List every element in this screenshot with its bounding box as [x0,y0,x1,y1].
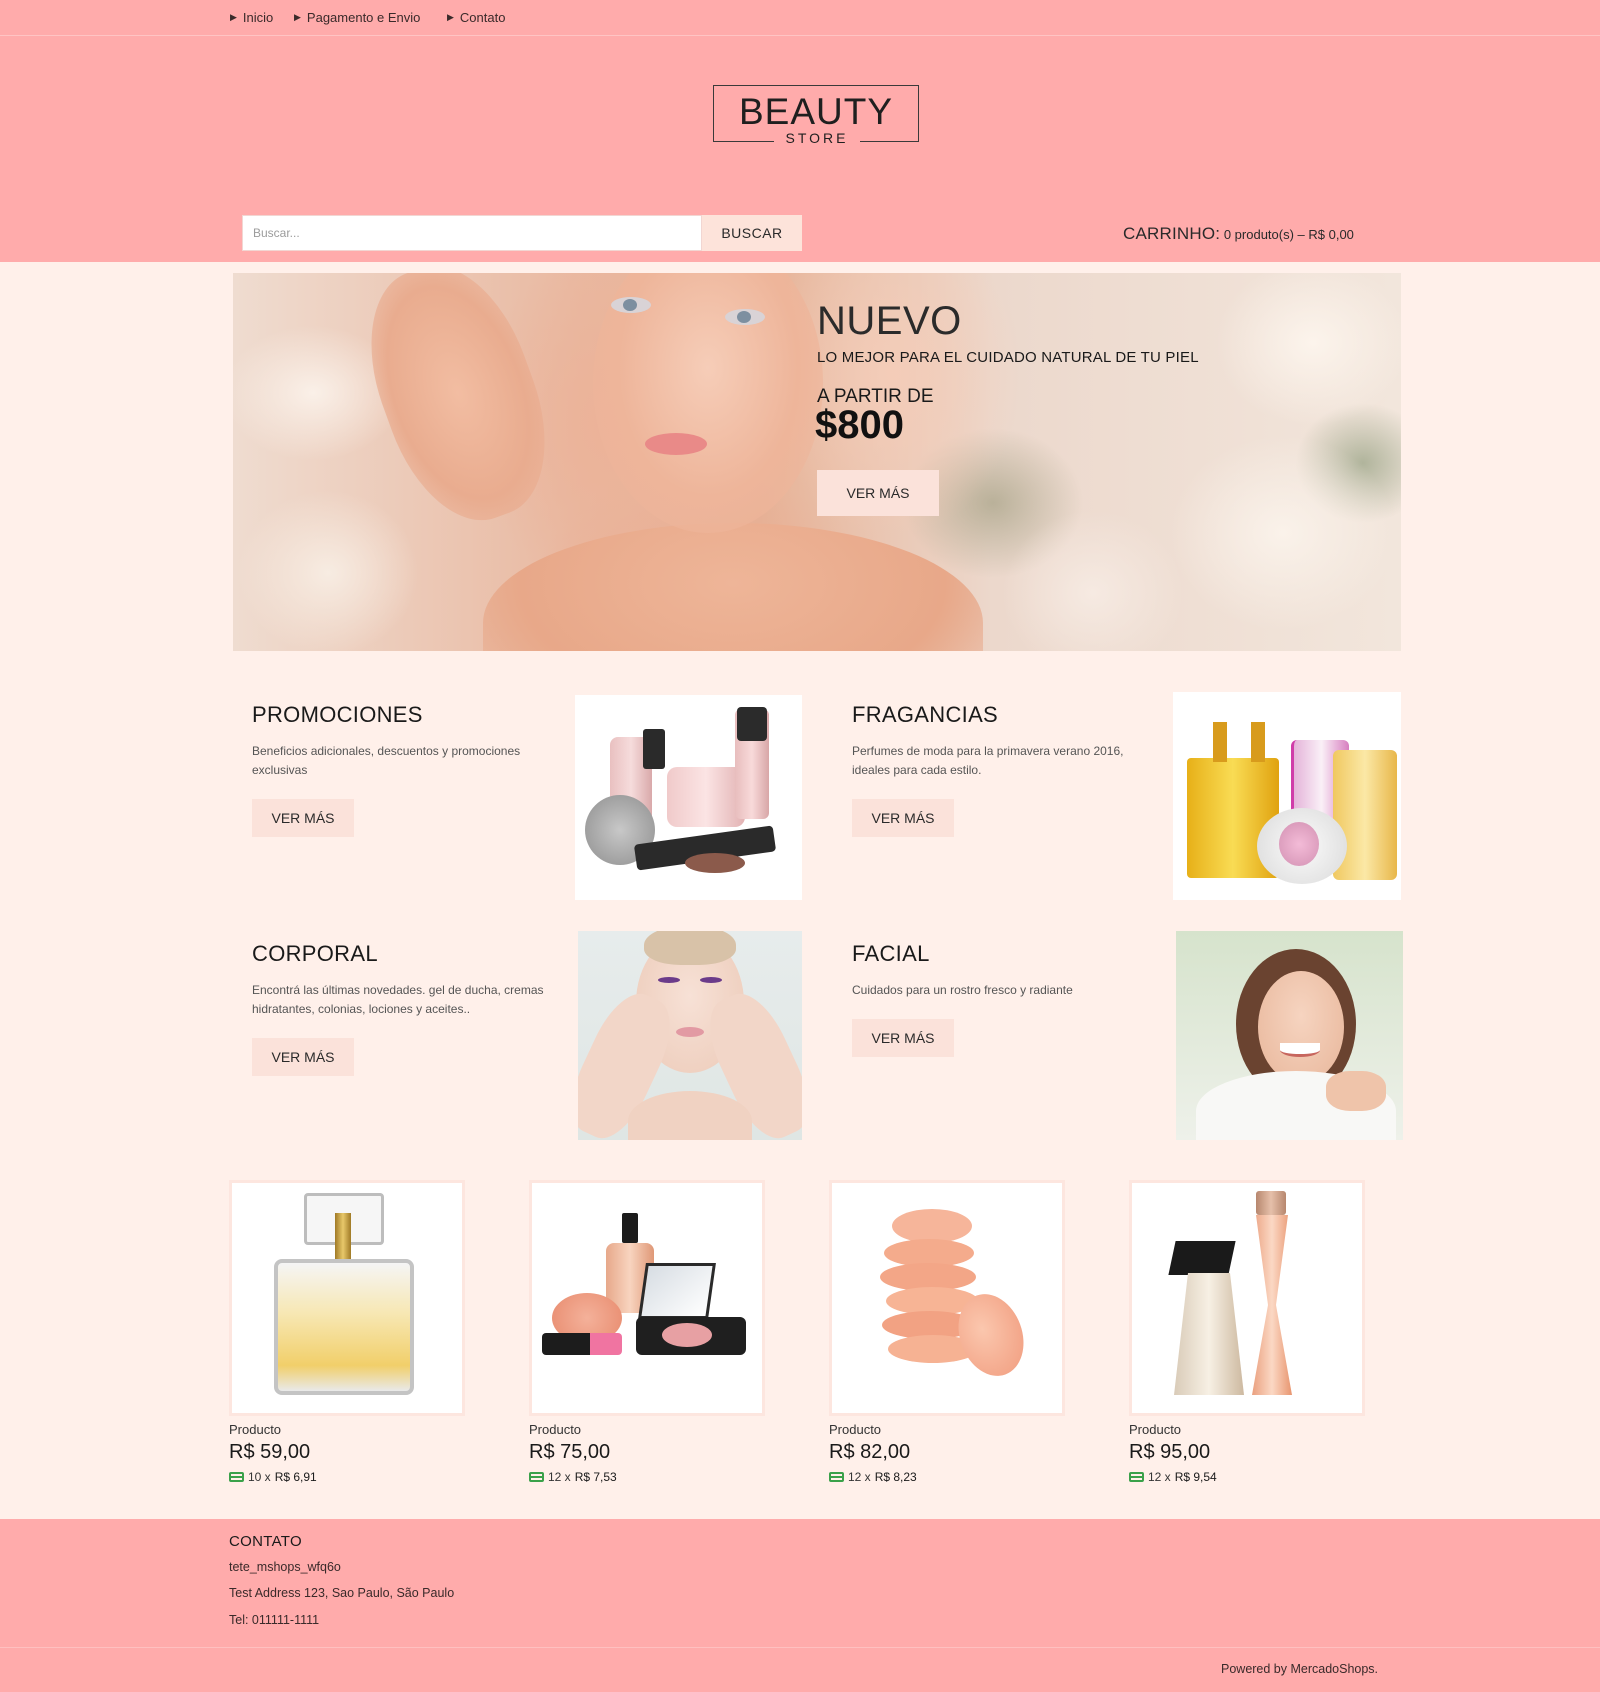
hero-banner[interactable]: NUEVO LO MEJOR PARA EL CUIDADO NATURAL D… [233,273,1401,651]
product-price: R$ 82,00 [829,1441,911,1463]
product-price: R$ 59,00 [229,1441,311,1463]
top-navigation: ▶ Inicio ▶ Pagamento e Envio ▶ Contato [0,0,1600,36]
category-see-more-button[interactable]: VER MÁS [852,799,954,837]
credit-card-icon [529,1472,544,1482]
product-image[interactable] [1129,1180,1365,1416]
category-promociones: PROMOCIONES Beneficios adicionales, desc… [252,702,572,862]
installment-count: 10 x [248,1470,271,1484]
store-logo[interactable]: BEAUTY STORE [713,85,919,146]
product-name: Producto [1129,1422,1182,1437]
hero-see-more-button[interactable]: VER MÁS [817,470,939,516]
category-description: Cuidados para un rostro fresco y radiant… [852,983,1073,997]
category-image-promociones[interactable] [575,695,802,900]
caret-right-icon: ▶ [230,12,237,22]
footer-address: Test Address 123, Sao Paulo, São Paulo [229,1586,455,1600]
product-installments: 12 x R$ 7,53 [529,1470,617,1484]
category-facial: FACIAL Cuidados para un rostro fresco y … [852,941,1172,1101]
footer-store-name: tete_mshops_wfq6o [229,1560,341,1574]
category-fragancias: FRAGANCIAS Perfumes de moda para la prim… [852,702,1172,862]
footer-phone: Tel: 011111-1111 [229,1613,320,1627]
product-image[interactable] [229,1180,465,1416]
category-description: Beneficios adicionales, descuentos y pro… [252,744,521,777]
hero-photo-eye [725,309,765,325]
nav-item-contato[interactable]: ▶ Contato [447,10,505,25]
hero-title: NUEVO [817,299,962,343]
credit-card-icon [229,1472,244,1482]
search-input[interactable] [242,215,702,251]
product-name: Producto [829,1422,882,1437]
footer-divider [0,1647,1600,1648]
product-image[interactable] [529,1180,765,1416]
installment-count: 12 x [548,1470,571,1484]
product-price: R$ 95,00 [1129,1441,1211,1463]
product-image[interactable] [829,1180,1065,1416]
category-image-corporal[interactable] [578,931,802,1140]
nav-item-pagamento-envio[interactable]: ▶ Pagamento e Envio [294,10,420,25]
installment-value: R$ 9,54 [1174,1470,1217,1484]
footer-contact-title: CONTATO [229,1533,302,1550]
caret-right-icon: ▶ [447,12,454,22]
product-installments: 10 x R$ 6,91 [229,1470,317,1484]
category-description: Encontrá las últimas novedades. gel de d… [252,983,544,1016]
hero-photo-eye [611,297,651,313]
nav-item-label: Pagamento e Envio [306,10,421,25]
category-corporal: CORPORAL Encontrá las últimas novedades.… [252,941,572,1101]
category-title: PROMOCIONES [252,702,423,727]
installment-count: 12 x [848,1470,871,1484]
category-title: FRAGANCIAS [852,702,999,727]
category-see-more-button[interactable]: VER MÁS [252,799,354,837]
caret-right-icon: ▶ [294,12,301,22]
category-see-more-button[interactable]: VER MÁS [252,1038,354,1076]
category-title: CORPORAL [252,941,378,966]
category-see-more-button[interactable]: VER MÁS [852,1019,954,1057]
cart-summary[interactable]: CARRINHO: 0 produto(s) – R$ 0,00 [1123,224,1354,244]
hero-price: $800 [815,403,904,447]
logo-main-text: BEAUTY [738,91,894,132]
installment-value: R$ 6,91 [274,1470,317,1484]
installment-value: R$ 7,53 [574,1470,617,1484]
hero-photo-hand [343,273,573,541]
logo-sub-text: STORE [774,130,860,146]
product-name: Producto [229,1422,282,1437]
product-installments: 12 x R$ 9,54 [1129,1470,1217,1484]
product-name: Producto [529,1422,582,1437]
cart-label: CARRINHO: [1123,224,1221,243]
installment-value: R$ 8,23 [874,1470,917,1484]
installment-count: 12 x [1148,1470,1171,1484]
search-button[interactable]: BUSCAR [702,215,802,251]
site-footer: CONTATO tete_mshops_wfq6o Test Address 1… [0,1519,1600,1692]
category-title: FACIAL [852,941,930,966]
product-price: R$ 75,00 [529,1441,611,1463]
nav-item-label: Inicio [242,10,274,25]
site-header: BEAUTY STORE BUSCAR CARRINHO: 0 produto(… [0,36,1600,262]
nav-item-label: Contato [459,10,506,25]
category-description: Perfumes de moda para la primavera veran… [852,744,1124,777]
hero-photo-lips [645,433,707,455]
credit-card-icon [1129,1472,1144,1482]
hero-photo-shoulders [483,523,983,651]
hero-subtitle: LO MEJOR PARA EL CUIDADO NATURAL DE TU P… [817,349,1199,366]
product-installments: 12 x R$ 8,23 [829,1470,917,1484]
category-image-fragancias[interactable] [1173,692,1401,900]
nav-item-inicio[interactable]: ▶ Inicio [230,10,273,25]
powered-by-link[interactable]: Powered by MercadoShops. [1221,1662,1378,1676]
credit-card-icon [829,1472,844,1482]
category-image-facial[interactable] [1176,931,1403,1140]
cart-contents: 0 produto(s) – R$ 0,00 [1223,227,1354,242]
